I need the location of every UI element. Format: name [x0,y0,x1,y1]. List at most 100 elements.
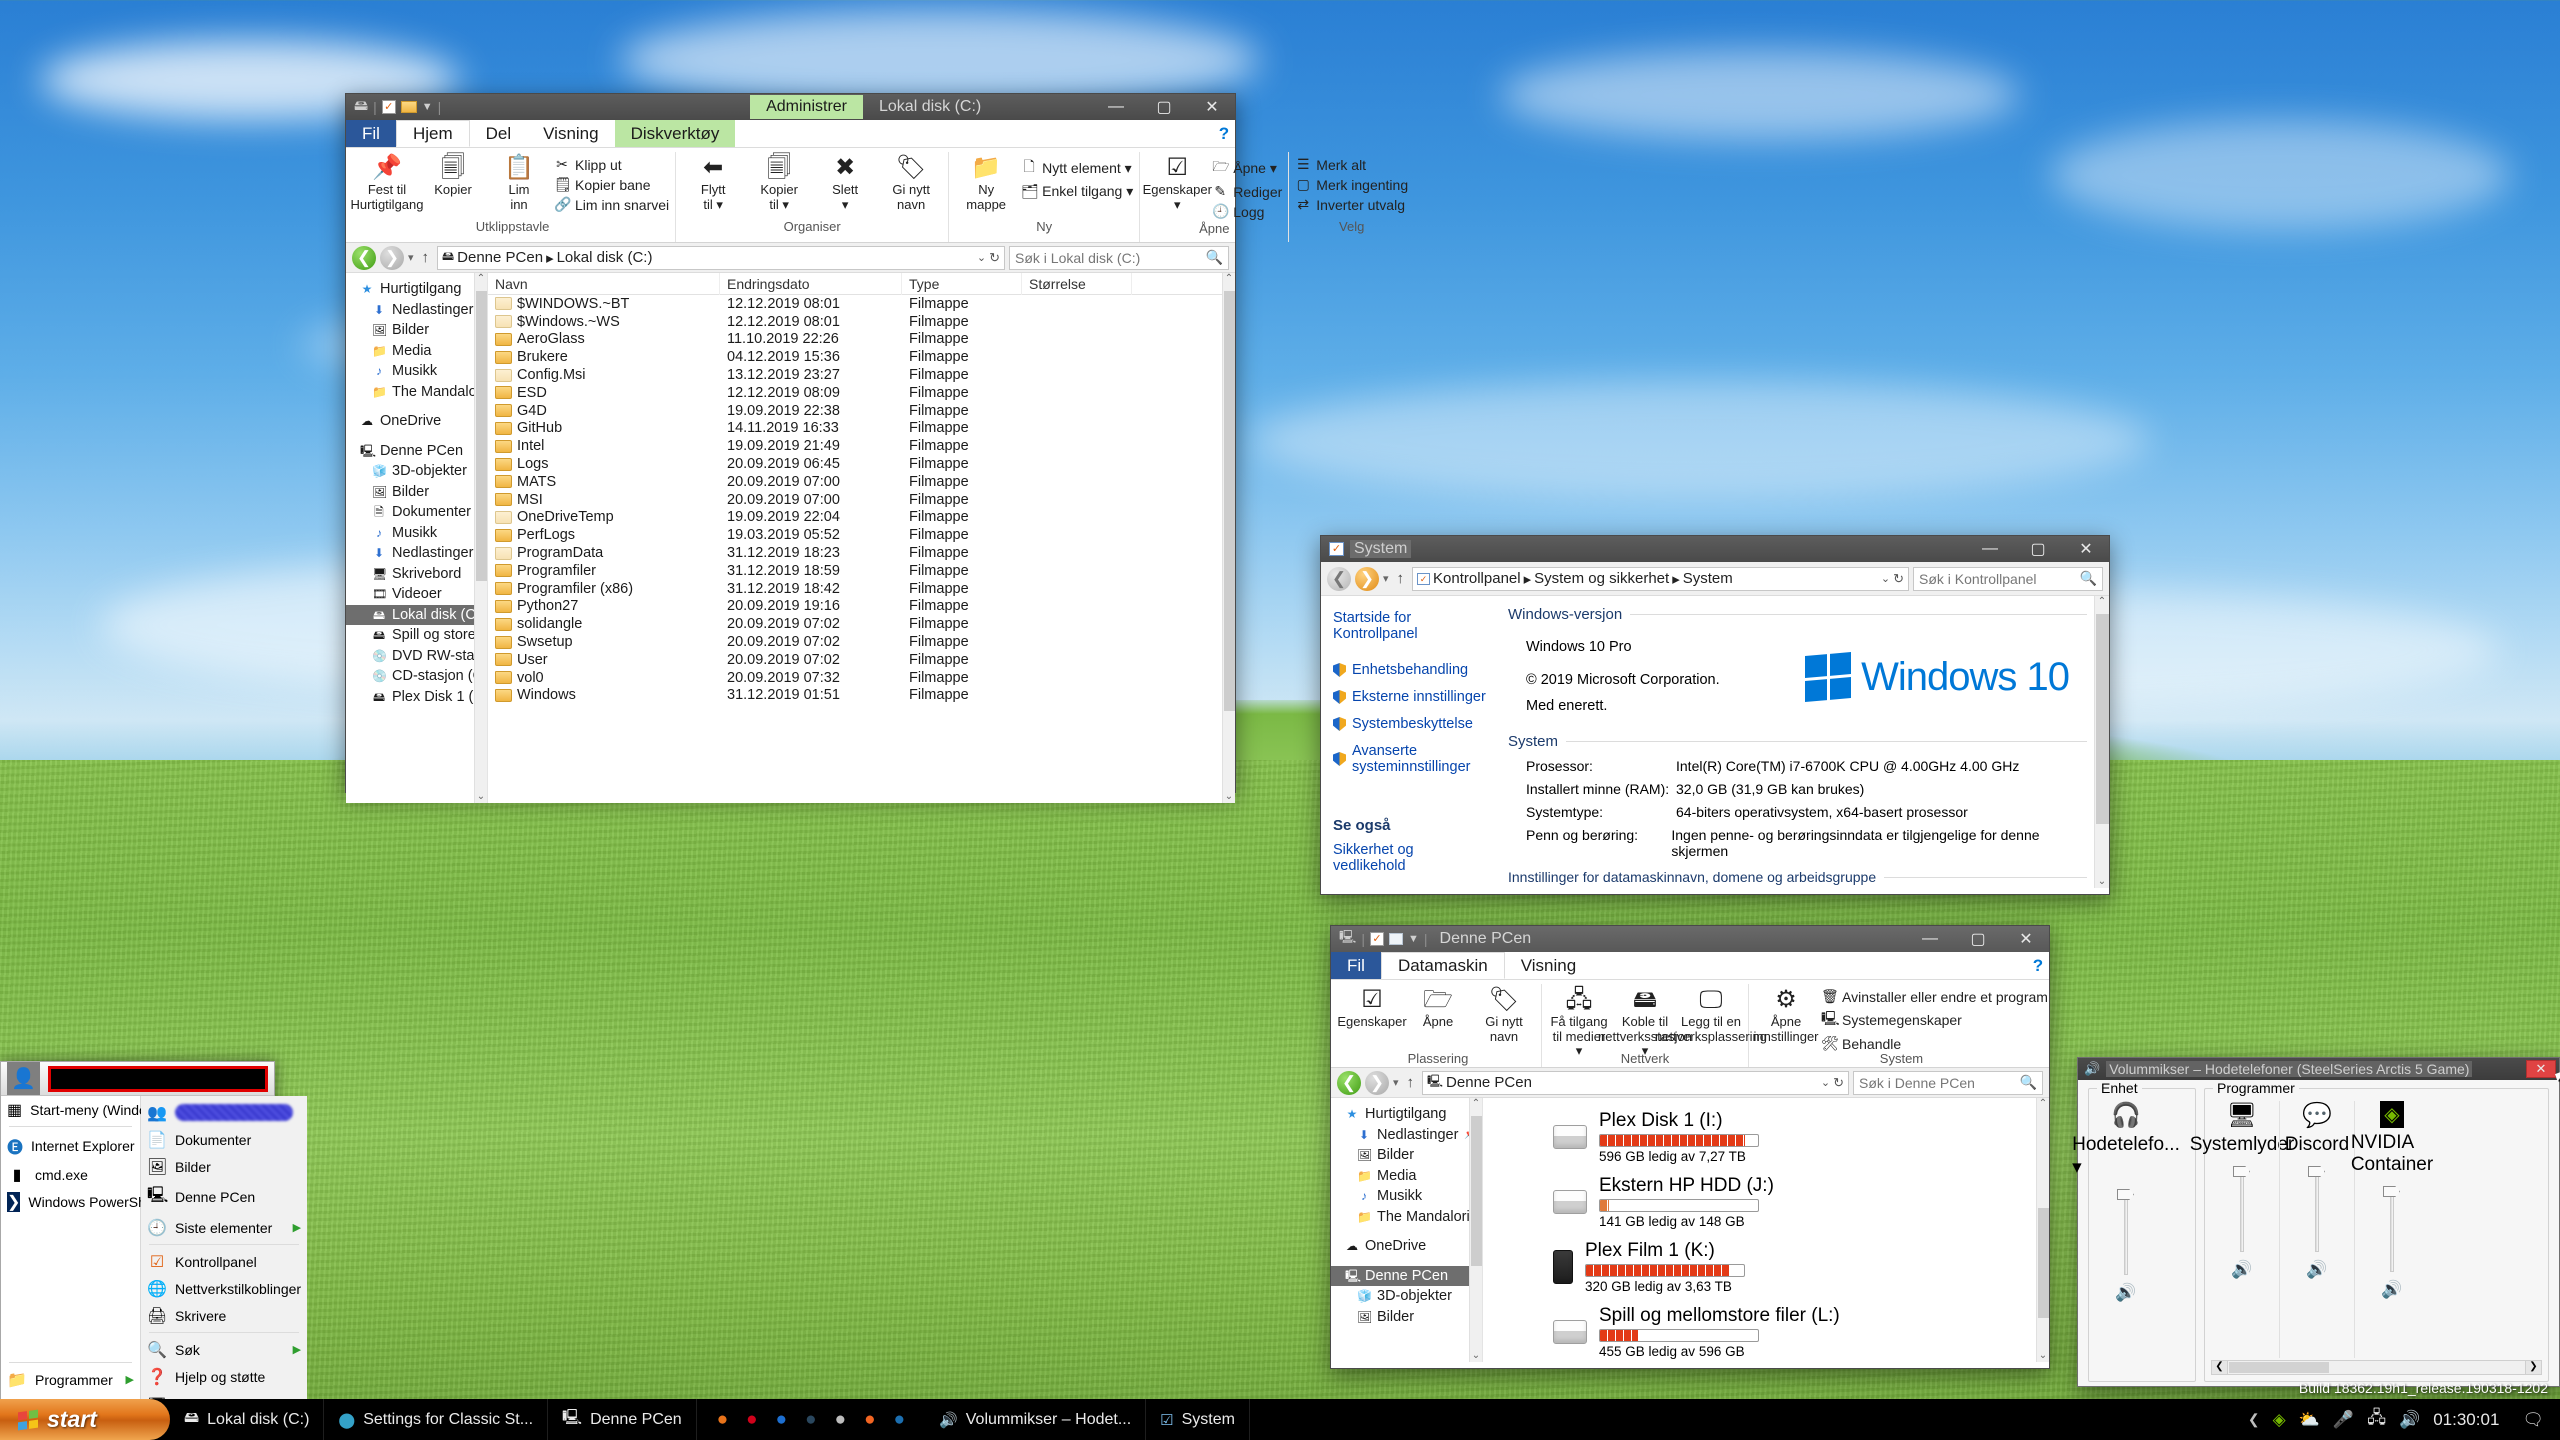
minimize-button[interactable]: — [1969,536,2011,562]
network-icon[interactable]: 🖧 [2367,1405,2386,1434]
nav-item-hurtigtilgang[interactable]: ★Hurtigtilgang [1331,1104,1482,1125]
ribbon-button-gi-nytt[interactable]: 🏷Gi nyttnavn [1473,984,1535,1044]
nav-item-plex-disk-1-i-[interactable]: 🖴Plex Disk 1 (I:) [346,687,487,708]
system-control-panel-window[interactable]: ✓ System — ▢ ✕ ❮ ❯ ▾ ↑ ✓ Kontrollpanel▸S… [1320,535,2110,895]
table-row[interactable]: G4D19.09.2019 22:38Filmappe [488,402,1235,420]
ribbon-tab-datamaskin[interactable]: Datamaskin [1381,952,1505,979]
column-header-navn[interactable]: Navn [488,273,720,295]
new-folder-icon[interactable] [401,101,417,113]
pc-ribbon-tabs[interactable]: FilDatamaskinVisning? [1331,952,2049,980]
scroll-right-button[interactable]: ❯ [2525,1361,2541,1374]
new-folder-icon[interactable] [1389,933,1403,945]
ribbon-tab-visning[interactable]: Visning [527,120,614,147]
table-row[interactable]: OneDriveTemp19.09.2019 22:04Filmappe [488,509,1235,527]
start-menu-item-dokumenter[interactable]: 📄Dokumenter [141,1126,307,1153]
ribbon-item--pne-[interactable]: 🗁Åpne ▾ [1212,156,1282,180]
mute-button[interactable]: 🔊 [2381,1280,2402,1300]
minimize-button[interactable]: — [1909,926,1951,952]
table-row[interactable]: MATS20.09.2019 07:00Filmappe [488,473,1235,491]
table-row[interactable]: Config.Msi13.12.2019 23:27Filmappe [488,366,1235,384]
chevron-down-icon[interactable]: ▼ [1408,933,1419,945]
start-menu-item-start-meny-windows-[interactable]: ▦Start-meny (Windows) [1,1096,140,1123]
forward-button[interactable]: ❯ [380,246,404,270]
taskbar-button-lokal-disk-c-[interactable]: 🖴Lokal disk (C:) [170,1399,324,1440]
start-menu-item-cmd-exe[interactable]: ▮cmd.exe [1,1161,140,1188]
properties-icon[interactable]: ✓ [382,100,396,114]
ribbon-button--pne[interactable]: 🗁Åpne [1407,984,1469,1030]
ribbon-button-slett[interactable]: ✖Slett▾ [814,152,876,212]
search-input[interactable]: Søk i Denne PCen 🔍 [1853,1071,2043,1095]
cp-link-avanserte-systeminnstillinger[interactable]: Avanserte systeminnstillinger [1333,743,1486,775]
cp-link-eksterne-innstillinger[interactable]: Eksterne innstillinger [1333,689,1486,705]
up-button[interactable]: ↑ [1393,570,1409,587]
column-header-type[interactable]: Type [902,273,1022,295]
search-input[interactable]: Søk i Lokal disk (C:) 🔍 [1009,246,1229,270]
volume-icon[interactable]: 🔊 [2399,1410,2420,1430]
file-list-pane[interactable]: NavnEndringsdatoTypeStørrelse $WINDOWS.~… [488,273,1235,803]
nav-item-the-mandalorian[interactable]: 📁The Mandalorian [1331,1207,1482,1228]
ribbon-item-kopier-bane[interactable]: 🗒Kopier bane [554,176,669,193]
start-menu-right-column[interactable]: 👥📄Dokumenter🖼Bilder🖳Denne PCen🕘Siste ele… [141,1096,307,1440]
opera-icon[interactable]: ● [746,1409,757,1431]
scroll-left-button[interactable]: ❮ [2212,1361,2228,1374]
nav-item-lokal-disk-c-[interactable]: 🖴Lokal disk (C:) [346,605,487,626]
table-row[interactable]: ESD12.12.2019 08:09Filmappe [488,384,1235,402]
start-menu-item-kontrollpanel[interactable]: ☑Kontrollpanel [141,1248,307,1275]
maximize-button[interactable]: ▢ [1957,926,1999,952]
nav-item-media[interactable]: 📁Media [1331,1166,1482,1187]
nav-item-musikk[interactable]: ♪Musikk [346,523,487,544]
mixer-hscrollbar[interactable]: ❮ ❯ [2211,1360,2542,1375]
list-scrollbar[interactable]: ⌃ ⌄ [1222,273,1235,803]
nav-item-onedrive[interactable]: ☁OneDrive [1331,1236,1482,1257]
pc-ribbon[interactable]: ☑Egenskaper🗁Åpne🏷Gi nyttnavnPlassering🖧F… [1331,980,2049,1068]
mixer-channel-nvidia-container[interactable]: ◈NVIDIA Container🔊 [2359,1101,2425,1358]
start-menu-left-column[interactable]: ▦Start-meny (Windows) 🅔Internet Explorer▮… [1,1096,141,1440]
ribbon-tab-del[interactable]: Del [470,120,528,147]
nav-scrollbar[interactable]: ⌃ ⌄ [1469,1098,1482,1362]
quick-access-toolbar[interactable]: 🖳 | ✓ ▼ | [1339,928,1428,950]
ribbon-tab-diskverktøy[interactable]: Diskverktøy [615,120,736,147]
slider-thumb[interactable] [2233,1166,2250,1177]
close-button[interactable]: ✕ [2005,926,2047,952]
chevron-down-icon[interactable]: ⌄ [1881,572,1890,585]
nav-item-3d-objekter[interactable]: 🧊3D-objekter [346,461,487,482]
ribbon-tab-fil[interactable]: Fil [1331,952,1381,979]
firefox-icon[interactable]: ● [717,1409,728,1431]
ribbon-button-koble-til[interactable]: 🖴Koble tilnettverksstasjon ▾ [1614,984,1676,1059]
ribbon-button-ny[interactable]: 📁Nymappe [955,152,1017,212]
ribbon-item-systemegenskaper[interactable]: 🖳Systemegenskaper [1821,1008,2048,1032]
start-menu-item-internet-explorer[interactable]: 🅔Internet Explorer [1,1130,140,1161]
ribbon-item-avinstaller-eller-endre-et-program[interactable]: 🗑Avinstaller eller endre et program [1821,988,2048,1005]
nav-item-dvd-rw-stasjon[interactable]: 💿DVD RW-stasjon [346,646,487,667]
nav-item-3d-objekter[interactable]: 🧊3D-objekter [1331,1286,1482,1307]
minimize-button[interactable]: — [1095,94,1137,120]
nav-item-bilder[interactable]: 🖼Bilder [346,320,487,341]
slider-thumb[interactable] [2117,1189,2134,1200]
navigation-pane[interactable]: ⌃ ⌄ ★Hurtigtilgang⬇Nedlastinger📌🖼Bilder📁… [346,273,488,803]
slider-thumb[interactable] [2383,1186,2400,1197]
start-menu-item-windows-powershell[interactable]: ❯Windows PowerShell▶ [1,1188,140,1215]
back-button[interactable]: ❮ [1327,567,1351,591]
back-button[interactable]: ❮ [1337,1071,1361,1095]
cp-see-also-link[interactable]: Sikkerhet og vedlikehold [1333,842,1486,874]
search-input[interactable]: Søk i Kontrollpanel 🔍 [1913,567,2103,591]
explorer-address-bar[interactable]: ❮ ❯ ▾ ↑ 🖴 Denne PCen▸Lokal disk (C:) ⌄ ↻… [346,243,1235,273]
ribbon-button-kopier[interactable]: 🗐Kopier [422,152,484,198]
start-menu-item-siste-elementer[interactable]: 🕘Siste elementer▶ [141,1214,307,1241]
cp-link-enhetsbehandling[interactable]: Enhetsbehandling [1333,662,1486,678]
show-hidden-icons-button[interactable]: ❮ [2248,1411,2260,1428]
pc-address-bar[interactable]: ❮ ❯ ▾ ↑ 🖳 Denne PCen ⌄ ↻ Søk i Denne PCe… [1331,1068,2049,1098]
table-row[interactable]: User20.09.2019 07:02Filmappe [488,651,1235,669]
nav-item-the-mandalorian[interactable]: 📁The Mandalorian [346,382,487,403]
nav-item-musikk[interactable]: ♪Musikk [346,361,487,382]
drive-icon[interactable]: 🖴 [354,95,368,119]
table-row[interactable]: vol020.09.2019 07:32Filmappe [488,669,1235,687]
up-button[interactable]: ↑ [1403,1074,1419,1091]
file-list-header[interactable]: NavnEndringsdatoTypeStørrelse [488,273,1235,295]
ribbon-item-rediger[interactable]: ✎Rediger [1212,183,1282,200]
computer-icon[interactable]: 🖳 [1339,928,1356,950]
volume-slider[interactable] [2120,1189,2132,1275]
refresh-icon[interactable]: ↻ [989,250,1000,266]
mixer-titlebar[interactable]: 🔊 Volummikser – Hodetelefoner (SteelSeri… [2078,1058,2559,1080]
list-scroll-thumb[interactable] [1224,291,1235,711]
